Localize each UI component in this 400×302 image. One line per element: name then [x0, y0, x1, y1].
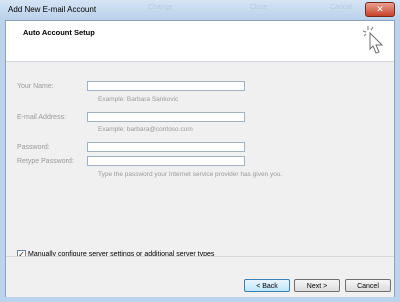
name-hint: Example: Barbara Sankovic: [98, 96, 179, 103]
title-bar[interactable]: Add New E-mail Account Change Close Canc…: [0, 0, 400, 20]
dialog-client: Auto Account Setup Your Name: Example: B…: [5, 20, 395, 297]
email-label: E-mail Address:: [17, 114, 67, 121]
window-title: Add New E-mail Account: [8, 5, 97, 14]
cancel-button[interactable]: Cancel: [345, 279, 391, 292]
retype-password-label: Retype Password:: [17, 158, 74, 165]
click-cursor-icon: [362, 26, 384, 54]
form-area: Your Name: Example: Barbara Sankovic E-m…: [6, 62, 394, 259]
password-hint: Type the password your Internet service …: [98, 171, 283, 178]
ghost-ribbon-text: Close: [250, 4, 268, 11]
name-field[interactable]: [87, 81, 245, 91]
email-field[interactable]: [87, 112, 245, 122]
page-title: Auto Account Setup: [23, 28, 95, 37]
password-label: Password:: [17, 144, 50, 151]
wizard-header: Auto Account Setup: [6, 21, 394, 62]
close-icon: ✕: [376, 4, 384, 14]
next-button[interactable]: Next >: [294, 279, 340, 292]
retype-password-field[interactable]: [87, 156, 245, 166]
ghost-ribbon-text: Cancel: [330, 4, 352, 11]
name-label: Your Name:: [17, 83, 54, 90]
dialog-window: Add New E-mail Account Change Close Canc…: [0, 0, 400, 302]
close-button[interactable]: ✕: [365, 2, 395, 17]
back-button[interactable]: < Back: [244, 279, 290, 292]
password-field[interactable]: [87, 142, 245, 152]
button-bar: < Back Next > Cancel: [6, 256, 394, 297]
ghost-ribbon-text: Change: [148, 4, 173, 11]
email-hint: Example: barbara@contoso.com: [98, 126, 193, 133]
